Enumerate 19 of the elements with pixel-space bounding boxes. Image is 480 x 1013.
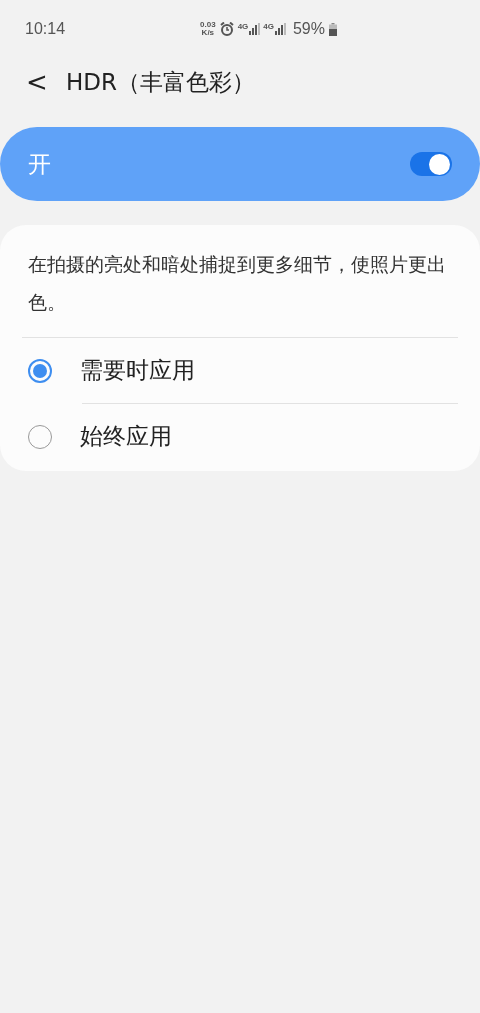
radio-button[interactable] (28, 358, 52, 383)
back-button[interactable]: < (26, 69, 46, 95)
option-row[interactable]: 始终应用 (0, 404, 480, 469)
network-speed: 0.03 K/s (200, 21, 216, 37)
toggle-switch[interactable] (410, 152, 452, 176)
option-label: 需要时应用 (80, 356, 195, 386)
status-time: 10:14 (25, 19, 66, 39)
alarm-icon (219, 22, 234, 36)
page-title: HDR（丰富色彩） (66, 67, 255, 97)
signal-icon (274, 23, 287, 35)
signal-icon (249, 23, 262, 35)
network-type-label: 4G (263, 23, 274, 31)
battery-percent: 59% (292, 19, 325, 39)
switch-label: 开 (28, 149, 52, 179)
option-row[interactable]: 需要时应用 (0, 338, 480, 403)
option-label: 始终应用 (80, 422, 172, 452)
description-text: 在拍摄的亮处和暗处捕捉到更多细节，使照片更出色。 (27, 252, 447, 315)
battery-icon (329, 22, 337, 36)
network-type-label: 4G (237, 23, 249, 31)
